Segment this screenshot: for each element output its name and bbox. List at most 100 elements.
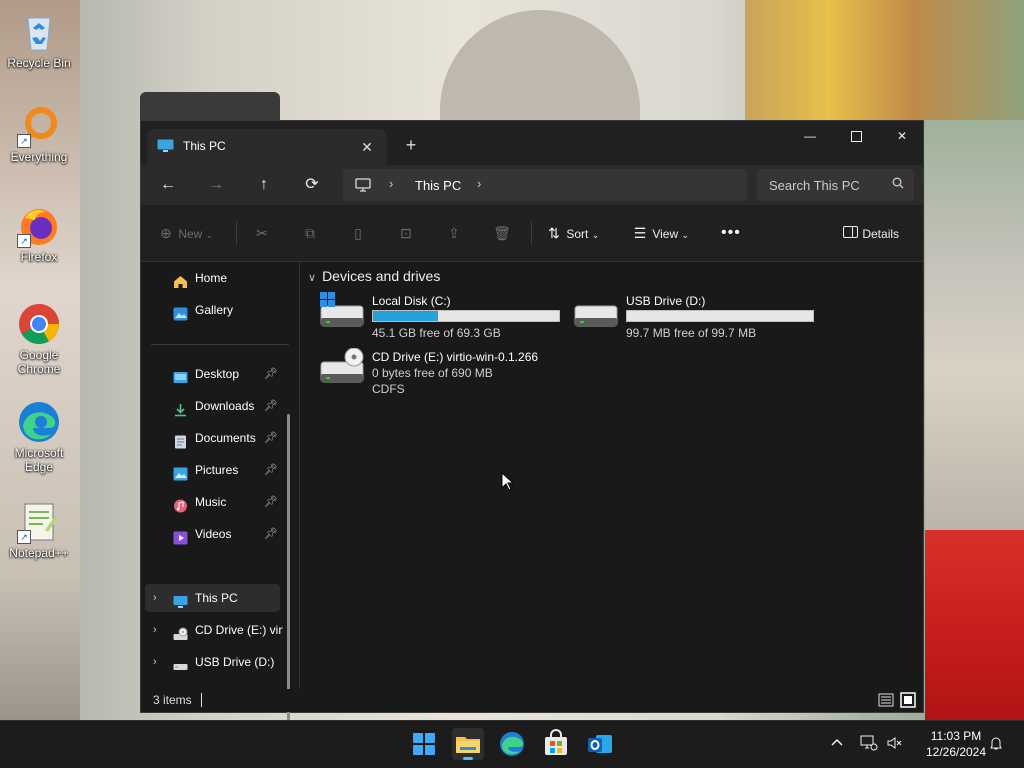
drive-item-usb-drive-d[interactable]: USB Drive (D:) 99.7 MB free of 99.7 MB xyxy=(574,292,814,344)
start-button[interactable] xyxy=(408,728,440,760)
drive-item-local-disk-c[interactable]: Local Disk (C:) 45.1 GB free of 69.3 GB xyxy=(320,292,560,344)
sidebar-item-desktop[interactable]: Desktop 📌︎ xyxy=(145,360,280,388)
pin-icon: 📌︎ xyxy=(264,368,278,380)
breadcrumb-this-pc[interactable]: This PC xyxy=(415,178,461,193)
desktop-icon-recycle-bin[interactable]: Recycle Bin xyxy=(2,10,76,70)
sidebar-item-downloads[interactable]: Downloads 📌︎ xyxy=(145,392,280,420)
breadcrumb-chevron-icon[interactable]: › xyxy=(477,176,481,191)
close-window-button[interactable]: ✕ xyxy=(879,121,925,151)
copy-icon: ⧉ xyxy=(305,225,315,241)
cut-button[interactable]: ✂ xyxy=(253,221,271,245)
desktop-icon-firefox[interactable]: ↗ Firefox xyxy=(2,204,76,264)
drive-free-space: 0 bytes free of 690 MB xyxy=(372,366,493,380)
maximize-button[interactable] xyxy=(833,121,879,151)
minimize-button[interactable]: — xyxy=(787,121,833,151)
cd-drive-icon xyxy=(173,623,188,640)
chevron-right-icon[interactable]: › xyxy=(153,648,157,676)
delete-button[interactable]: 🗑︎ xyxy=(493,221,511,245)
address-bar[interactable]: › This PC › xyxy=(343,169,747,201)
toolbar-divider xyxy=(531,221,532,245)
pin-icon: 📌︎ xyxy=(264,400,278,412)
desktop-icon-edge[interactable]: Microsoft Edge xyxy=(2,400,76,474)
chevron-down-icon: ⌄ xyxy=(205,230,214,240)
taskbar-edge[interactable] xyxy=(496,728,528,760)
outlook-icon xyxy=(588,735,612,753)
pin-icon: 📌︎ xyxy=(264,528,278,540)
drive-name: CD Drive (E:) virtio-win-0.1.266 xyxy=(372,350,539,364)
sidebar-item-cd-drive[interactable]: › CD Drive (E:) virtio-win-0.1.266 xyxy=(145,616,283,644)
paste-button[interactable]: ▯ xyxy=(349,221,367,245)
desktop-icon-label: Firefox xyxy=(20,250,58,264)
more-options-button[interactable]: ••• xyxy=(721,221,741,245)
details-view-button[interactable] xyxy=(878,692,894,708)
active-app-indicator xyxy=(463,757,473,760)
pin-icon: 📌︎ xyxy=(264,464,278,476)
sidebar-item-pictures[interactable]: Pictures 📌︎ xyxy=(145,456,280,484)
rename-button[interactable]: ⊡ xyxy=(397,221,415,245)
content-pane: ∨ Devices and drives Local Disk (C:) 45.1… xyxy=(300,262,923,689)
details-button[interactable]: Details xyxy=(841,221,899,245)
notepadpp-icon: ↗ xyxy=(17,500,61,544)
bell-icon xyxy=(990,737,1002,750)
this-pc-icon xyxy=(157,139,174,153)
back-button[interactable]: ← xyxy=(153,171,183,199)
pin-icon: 📌︎ xyxy=(264,496,278,508)
sidebar-item-documents[interactable]: Documents 📌︎ xyxy=(145,424,280,452)
large-icons-view-button[interactable] xyxy=(900,692,916,708)
sidebar-item-usb-drive[interactable]: › USB Drive (D:) xyxy=(145,648,280,676)
recycle-bin-icon xyxy=(17,10,61,54)
speaker-muted-icon xyxy=(887,737,902,749)
sidebar-item-videos[interactable]: Videos 📌︎ xyxy=(145,520,280,548)
sidebar-item-home[interactable]: Home xyxy=(145,264,280,292)
drive-item-cd-drive-e[interactable]: CD Drive (E:) virtio-win-0.1.266 0 bytes… xyxy=(320,347,560,418)
drive-filesystem: CDFS xyxy=(372,382,405,396)
sidebar-item-this-pc[interactable]: › This PC xyxy=(145,584,280,612)
desktop-icon-everything[interactable]: ↗ Everything xyxy=(2,104,76,164)
chevron-down-icon: ⌄ xyxy=(591,230,600,240)
copy-button[interactable]: ⧉ xyxy=(301,221,319,245)
videos-icon xyxy=(173,527,188,545)
desktop-icon-notepadpp[interactable]: ↗ Notepad++ xyxy=(2,500,76,560)
sort-icon: ⇅ xyxy=(548,225,560,241)
paste-icon: ▯ xyxy=(354,225,362,241)
close-tab-icon[interactable]: ✕ xyxy=(355,135,379,159)
drive-usage-fill xyxy=(373,311,439,321)
usb-drive-icon xyxy=(574,292,618,332)
windows-drive-icon xyxy=(320,292,364,332)
sort-button[interactable]: ⇅ Sort ⌄ xyxy=(545,221,599,245)
gallery-icon xyxy=(173,303,188,321)
status-bar: 3 items xyxy=(141,689,923,712)
sidebar-item-music[interactable]: Music 📌︎ xyxy=(145,488,280,516)
new-button[interactable]: ⊕ New ⌄ xyxy=(157,221,213,245)
tab-this-pc[interactable]: This PC ✕ xyxy=(147,129,387,165)
network-status-button[interactable] xyxy=(860,735,878,754)
share-button[interactable]: ⇪ xyxy=(445,221,463,245)
shortcut-arrow-icon: ↗ xyxy=(17,134,31,148)
notifications-button[interactable] xyxy=(988,735,1004,754)
taskbar-outlook[interactable] xyxy=(584,728,616,760)
search-box[interactable]: Search This PC xyxy=(757,169,914,201)
tab-title: This PC xyxy=(183,139,226,153)
new-plus-icon: ⊕ xyxy=(160,225,172,241)
volume-muted-button[interactable] xyxy=(886,735,902,754)
group-header-devices-and-drives[interactable]: ∨ Devices and drives xyxy=(308,268,440,284)
taskbar-file-explorer[interactable] xyxy=(452,728,484,760)
new-tab-button[interactable]: + xyxy=(399,133,423,157)
up-button[interactable]: ↑ xyxy=(249,171,279,199)
shortcut-arrow-icon: ↗ xyxy=(17,530,31,544)
downloads-icon xyxy=(173,399,188,417)
chevron-right-icon[interactable]: › xyxy=(153,584,157,612)
chevron-up-icon xyxy=(831,738,843,746)
refresh-button[interactable]: ⟳ xyxy=(297,171,327,199)
show-hidden-icons-button[interactable] xyxy=(830,735,844,752)
forward-button[interactable]: → xyxy=(201,171,231,199)
search-placeholder: Search This PC xyxy=(769,178,860,193)
delete-icon: 🗑︎ xyxy=(493,225,511,241)
taskbar-store[interactable] xyxy=(540,728,572,760)
clock[interactable]: 11:03 PM 12/26/2024 xyxy=(912,728,1000,760)
sidebar-item-gallery[interactable]: Gallery xyxy=(145,296,280,324)
desktop-icon-chrome[interactable]: Google Chrome xyxy=(2,302,76,376)
view-button[interactable]: ☰ View ⌄ xyxy=(631,221,689,245)
breadcrumb-chevron-icon[interactable]: › xyxy=(389,176,393,191)
chevron-right-icon[interactable]: › xyxy=(153,616,157,644)
